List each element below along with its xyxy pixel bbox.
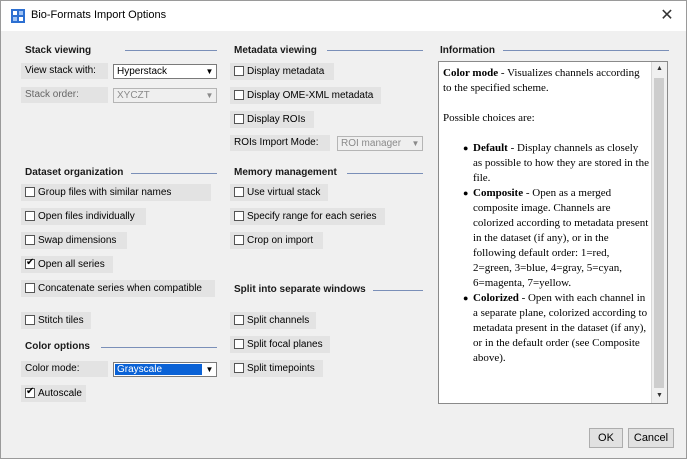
open-all-series-label[interactable]: Open all series xyxy=(38,259,105,270)
info-scrollbar[interactable]: ▲ ▼ xyxy=(651,62,667,403)
split-focal-planes-checkbox[interactable] xyxy=(234,339,244,349)
dataset-organization-heading: Dataset organization xyxy=(25,167,124,178)
information-heading: Information xyxy=(440,45,495,56)
stack-order-select[interactable]: XYCZT ▼ xyxy=(113,88,217,103)
swap-dimensions-checkbox[interactable] xyxy=(25,235,35,245)
stack-viewing-heading: Stack viewing xyxy=(25,45,92,56)
display-ome-xml-label[interactable]: Display OME-XML metadata xyxy=(247,90,373,101)
autoscale-label[interactable]: Autoscale xyxy=(38,388,82,399)
concatenate-series-label[interactable]: Concatenate series when compatible xyxy=(38,283,202,294)
information-text: Color mode - Visualizes channels accordi… xyxy=(443,66,649,366)
specify-range-label[interactable]: Specify range for each series xyxy=(247,211,377,222)
bio-formats-app-icon xyxy=(11,9,25,23)
close-icon[interactable]: ✕ xyxy=(658,5,676,25)
open-all-series-checkbox[interactable] xyxy=(25,257,35,269)
split-channels-checkbox[interactable] xyxy=(234,315,244,325)
display-metadata-checkbox[interactable] xyxy=(234,66,244,76)
section-divider xyxy=(131,173,217,174)
color-mode-select[interactable]: Grayscale ▼ xyxy=(113,362,217,377)
rois-import-mode-value: ROI manager xyxy=(341,138,402,149)
crop-on-import-checkbox[interactable] xyxy=(234,235,244,245)
color-options-heading: Color options xyxy=(25,341,90,352)
display-rois-checkbox[interactable] xyxy=(234,114,244,124)
info-choices-list: Default - Display channels as closely as… xyxy=(443,141,649,366)
display-rois-label[interactable]: Display ROIs xyxy=(247,114,305,125)
ok-button[interactable]: OK xyxy=(589,428,623,448)
scrollbar-thumb[interactable] xyxy=(654,78,664,388)
list-item: Default - Display channels as closely as… xyxy=(463,141,649,186)
split-focal-planes-label[interactable]: Split focal planes xyxy=(247,339,323,350)
split-timepoints-checkbox[interactable] xyxy=(234,363,244,373)
info-choices-heading: Possible choices are: xyxy=(443,112,535,124)
stack-order-label: Stack order: xyxy=(25,89,79,100)
title-bar: Bio-Formats Import Options ✕ xyxy=(1,1,686,31)
split-windows-heading: Split into separate windows xyxy=(234,284,366,295)
info-title: Color mode xyxy=(443,67,499,79)
view-stack-value: Hyperstack xyxy=(117,66,168,77)
rois-import-mode-label: ROIs Import Mode: xyxy=(234,137,319,148)
window-title: Bio-Formats Import Options xyxy=(31,9,167,21)
use-virtual-stack-checkbox[interactable] xyxy=(234,187,244,197)
display-metadata-label[interactable]: Display metadata xyxy=(247,66,324,77)
swap-dimensions-label[interactable]: Swap dimensions xyxy=(38,235,116,246)
scroll-up-icon[interactable]: ▲ xyxy=(652,62,667,76)
stitch-tiles-label[interactable]: Stitch tiles xyxy=(38,315,84,326)
stitch-tiles-checkbox[interactable] xyxy=(25,315,35,325)
stack-order-value: XYCZT xyxy=(117,90,150,101)
split-channels-label[interactable]: Split channels xyxy=(247,315,309,326)
autoscale-checkbox[interactable] xyxy=(25,386,35,398)
section-divider xyxy=(503,50,669,51)
open-individually-label[interactable]: Open files individually xyxy=(38,211,135,222)
cancel-button[interactable]: Cancel xyxy=(628,428,674,448)
use-virtual-stack-label[interactable]: Use virtual stack xyxy=(247,187,320,198)
display-ome-xml-checkbox[interactable] xyxy=(234,90,244,100)
memory-management-heading: Memory management xyxy=(234,167,337,178)
section-divider xyxy=(373,290,423,291)
list-item: Colorized - Open with each channel in a … xyxy=(463,291,649,366)
information-panel[interactable]: Color mode - Visualizes channels accordi… xyxy=(438,61,668,404)
section-divider xyxy=(327,50,423,51)
section-divider xyxy=(125,50,217,51)
import-options-dialog: Bio-Formats Import Options ✕ Stack viewi… xyxy=(0,0,687,459)
chevron-down-icon: ▼ xyxy=(411,139,420,148)
section-divider xyxy=(347,173,423,174)
view-stack-label: View stack with: xyxy=(25,65,96,76)
group-files-checkbox[interactable] xyxy=(25,187,35,197)
scroll-down-icon[interactable]: ▼ xyxy=(652,389,667,403)
section-divider xyxy=(101,347,217,348)
view-stack-select[interactable]: Hyperstack ▼ xyxy=(113,64,217,79)
split-timepoints-label[interactable]: Split timepoints xyxy=(247,363,315,374)
crop-on-import-label[interactable]: Crop on import xyxy=(247,235,313,246)
color-mode-label: Color mode: xyxy=(25,363,80,374)
color-mode-value: Grayscale xyxy=(117,364,163,375)
chevron-down-icon: ▼ xyxy=(205,67,214,76)
metadata-viewing-heading: Metadata viewing xyxy=(234,45,317,56)
concatenate-series-checkbox[interactable] xyxy=(25,283,35,293)
chevron-down-icon: ▼ xyxy=(205,365,214,374)
list-item: Composite - Open as a merged composite i… xyxy=(463,186,649,291)
open-individually-checkbox[interactable] xyxy=(25,211,35,221)
chevron-down-icon: ▼ xyxy=(205,91,214,100)
rois-import-mode-select[interactable]: ROI manager ▼ xyxy=(337,136,423,151)
specify-range-checkbox[interactable] xyxy=(234,211,244,221)
group-files-label[interactable]: Group files with similar names xyxy=(38,187,171,198)
